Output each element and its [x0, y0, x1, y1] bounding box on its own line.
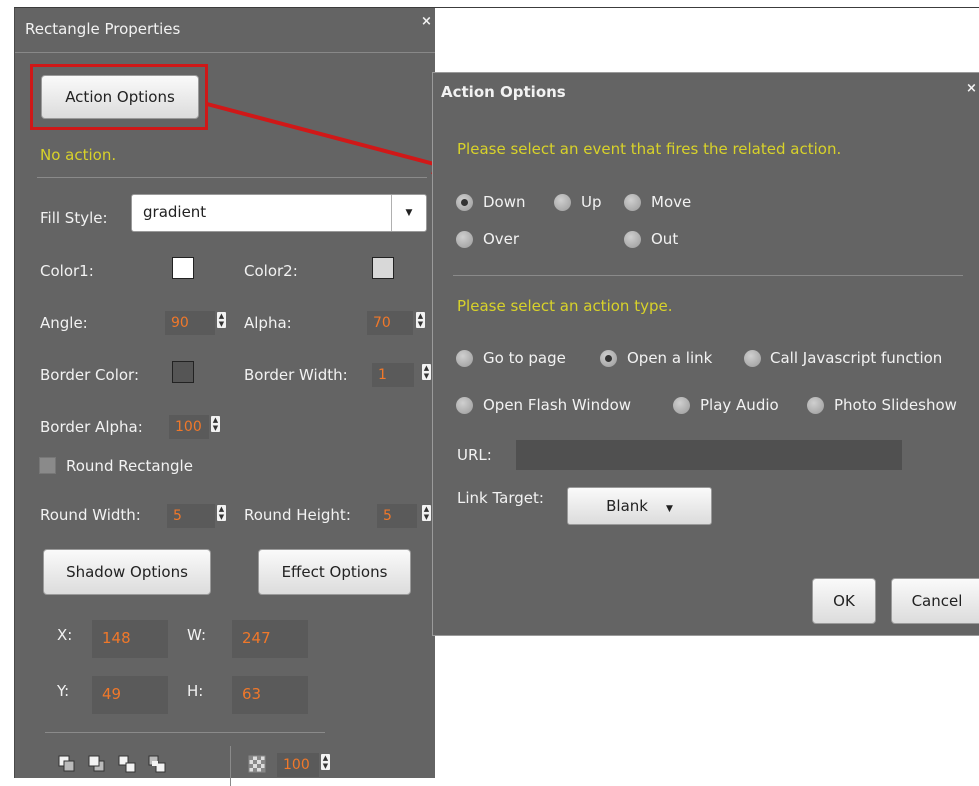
action-options-dialog: Action Options × Please select an event … [432, 72, 979, 636]
action-open-link-radio[interactable] [600, 350, 617, 367]
action-type-prompt: Please select an action type. [457, 297, 673, 315]
action-play-audio-label: Play Audio [700, 396, 779, 414]
event-move-label: Move [651, 193, 692, 211]
action-open-link-label: Open a link [627, 349, 713, 367]
event-down-label: Down [483, 193, 526, 211]
chevron-down-icon: ▼ [665, 504, 673, 514]
url-label: URL: [457, 446, 492, 464]
ok-button[interactable]: OK [812, 578, 876, 624]
action-goto-page-radio[interactable] [456, 350, 473, 367]
event-prompt: Please select an event that fires the re… [457, 140, 842, 158]
event-out-radio[interactable] [624, 231, 641, 248]
action-photo-slideshow-radio[interactable] [807, 397, 824, 414]
action-call-js-label: Call Javascript function [770, 349, 943, 367]
dialog-close-icon[interactable]: × [966, 81, 977, 96]
event-up-radio[interactable] [554, 194, 571, 211]
event-over-label: Over [483, 230, 520, 248]
cancel-button[interactable]: Cancel [891, 578, 979, 624]
action-goto-page-label: Go to page [483, 349, 566, 367]
link-target-value: Blank [606, 497, 648, 515]
event-down-radio[interactable] [456, 194, 473, 211]
action-photo-slideshow-label: Photo Slideshow [834, 396, 957, 414]
action-flash-window-radio[interactable] [456, 397, 473, 414]
link-target-select[interactable]: Blank ▼ [567, 487, 712, 525]
link-target-label: Link Target: [457, 489, 544, 507]
event-over-radio[interactable] [456, 231, 473, 248]
dialog-title: Action Options [441, 83, 566, 101]
action-call-js-radio[interactable] [744, 350, 761, 367]
event-out-label: Out [651, 230, 679, 248]
url-input[interactable] [516, 440, 902, 470]
action-flash-window-label: Open Flash Window [483, 396, 632, 414]
action-play-audio-radio[interactable] [673, 397, 690, 414]
event-move-radio[interactable] [624, 194, 641, 211]
event-up-label: Up [581, 193, 602, 211]
dialog-divider [453, 275, 963, 276]
